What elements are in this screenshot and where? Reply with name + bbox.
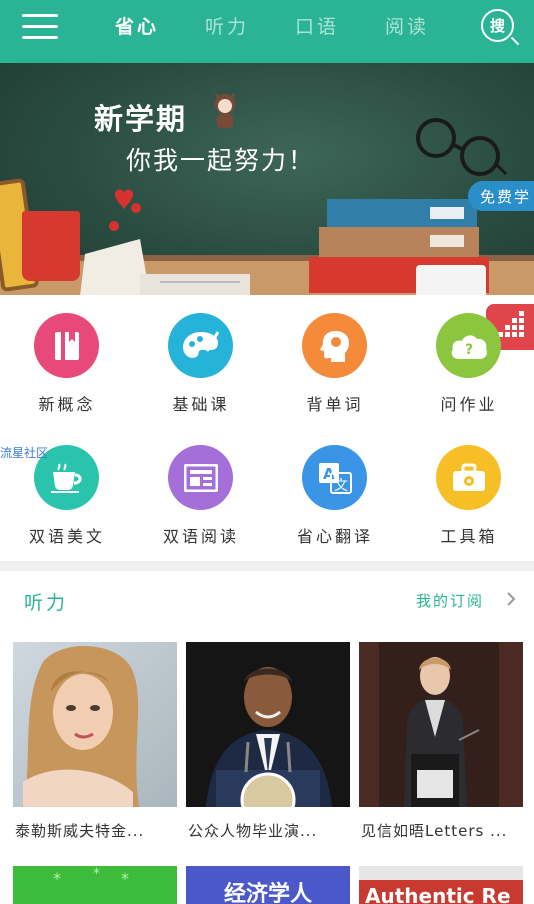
card-thumbnail bbox=[359, 642, 523, 807]
svg-text:*: * bbox=[93, 866, 100, 882]
toolbox-icon bbox=[452, 463, 485, 491]
grid-circle bbox=[302, 313, 367, 378]
grid-item-vocabulary[interactable]: 背单词 bbox=[268, 295, 402, 415]
palette-icon bbox=[182, 330, 219, 358]
grid-label: 基础课 bbox=[172, 395, 230, 414]
audio-card-economist[interactable]: 经济学人 bbox=[186, 866, 350, 904]
grid-item-translation[interactable]: A文 省心翻译 bbox=[268, 427, 402, 547]
card-title: 见信如晤Letters ... bbox=[361, 822, 508, 840]
book-icon bbox=[54, 331, 79, 360]
newspaper-icon bbox=[183, 463, 218, 492]
card-title: 泰勒斯威夫特金... bbox=[15, 822, 145, 840]
tab-listening[interactable]: 听力 bbox=[182, 0, 272, 50]
banner-title: 新学期 bbox=[94, 102, 188, 136]
section-divider bbox=[0, 561, 534, 571]
grid-item-bilingual-reading[interactable]: 双语阅读 bbox=[134, 427, 268, 547]
audio-card-authentic[interactable]: Authentic Re bbox=[359, 866, 523, 904]
grid-circle bbox=[168, 445, 233, 510]
grid-circle: A文 bbox=[302, 445, 367, 510]
search-button[interactable]: 搜 bbox=[481, 9, 514, 42]
hamburger-menu-icon[interactable] bbox=[22, 12, 58, 42]
section-title-listening: 听力 bbox=[24, 592, 69, 614]
grid-item-homework[interactable]: ? 问作业 bbox=[402, 295, 534, 415]
portrait-image bbox=[23, 645, 139, 807]
papers-illustration bbox=[80, 239, 250, 295]
green-card-image: * * * bbox=[53, 866, 129, 888]
stage-image bbox=[359, 642, 523, 807]
head-icon bbox=[319, 330, 349, 362]
coffee-cup-icon bbox=[50, 462, 82, 493]
question-cloud-icon: ? bbox=[451, 334, 487, 359]
tab-reading[interactable]: 阅读 bbox=[362, 0, 452, 50]
tab-bar: 省心 听力 口语 阅读 bbox=[92, 0, 452, 63]
tab-shengxin[interactable]: 省心 bbox=[92, 0, 182, 50]
svg-text:*: * bbox=[121, 869, 129, 888]
grid-label: 省心翻译 bbox=[296, 527, 373, 546]
search-label: 搜 bbox=[489, 17, 505, 35]
free-learn-badge[interactable]: 免费学 bbox=[468, 181, 534, 211]
svg-text:文: 文 bbox=[334, 478, 348, 494]
my-subscriptions-link[interactable]: 我的订阅 bbox=[416, 590, 484, 611]
mascot-illustration bbox=[214, 93, 236, 128]
translate-icon: A文 bbox=[318, 462, 352, 494]
mug-illustration bbox=[416, 265, 486, 295]
tab-speaking[interactable]: 口语 bbox=[272, 0, 362, 50]
grid-circle bbox=[436, 445, 501, 510]
grid-label: 双语阅读 bbox=[162, 527, 239, 546]
card-cover-text: Authentic Re bbox=[365, 884, 511, 904]
glasses-illustration bbox=[416, 118, 508, 176]
hearts-illustration bbox=[109, 189, 141, 231]
grid-label: 双语美文 bbox=[28, 527, 105, 546]
grid-item-new-concept[interactable]: 新概念 bbox=[0, 295, 134, 415]
grid-label: 工具箱 bbox=[440, 527, 498, 546]
grid-circle bbox=[168, 313, 233, 378]
community-link[interactable]: 流星社区 bbox=[0, 444, 48, 461]
grid-label: 背单词 bbox=[306, 395, 364, 414]
grid-circle bbox=[34, 313, 99, 378]
promo-banner[interactable]: 新学期 你我一起努力！ 免费学 bbox=[0, 63, 534, 295]
banner-subtitle: 你我一起努力！ bbox=[126, 146, 316, 175]
grid-label: 新概念 bbox=[38, 395, 96, 414]
chevron-right-icon[interactable] bbox=[505, 591, 517, 607]
top-navigation-bar: 省心 听力 口语 阅读 搜 bbox=[0, 0, 534, 63]
audio-card-partial[interactable]: * * * bbox=[13, 866, 177, 904]
card-thumbnail bbox=[186, 642, 350, 807]
card-thumbnail bbox=[13, 642, 177, 807]
speaker-image bbox=[186, 642, 350, 807]
svg-text:*: * bbox=[53, 869, 61, 888]
card-cover-text: 经济学人 bbox=[223, 882, 312, 904]
svg-text:?: ? bbox=[465, 342, 473, 358]
pencil-cup-illustration bbox=[22, 211, 80, 281]
card-title: 公众人物毕业演... bbox=[188, 822, 318, 840]
grid-label: 问作业 bbox=[440, 395, 498, 414]
grid-circle: ? bbox=[436, 313, 501, 378]
grid-item-toolbox[interactable]: 工具箱 bbox=[402, 427, 534, 547]
grid-item-basic-course[interactable]: 基础课 bbox=[134, 295, 268, 415]
